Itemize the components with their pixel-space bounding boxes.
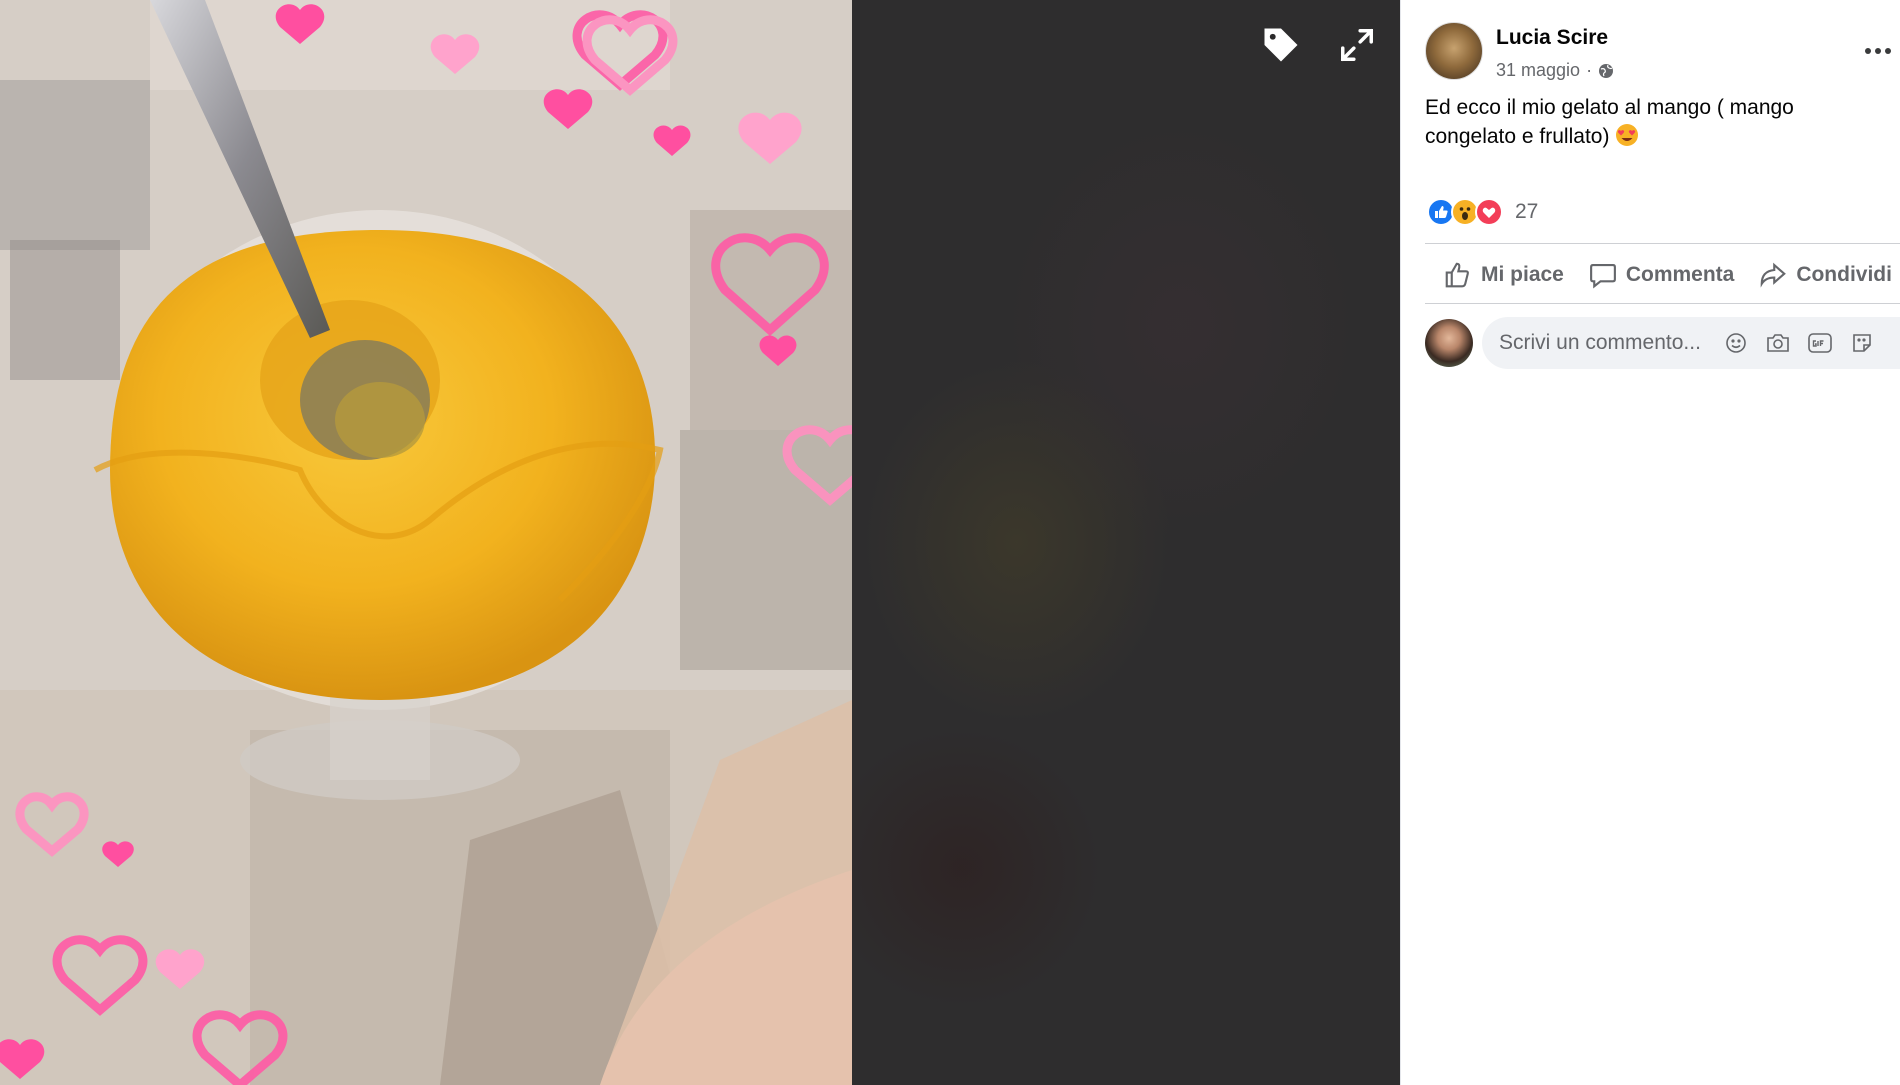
comment-button[interactable]: Commenta — [1588, 260, 1735, 290]
dot-icon — [1875, 48, 1881, 54]
like-button[interactable]: Mi piace — [1443, 260, 1564, 290]
expand-icon — [1341, 29, 1373, 61]
post-actions: Mi piace Commenta Condividi — [1425, 245, 1900, 305]
photo-viewer — [0, 0, 1400, 1085]
love-icon — [1475, 198, 1503, 226]
viewer-toolbar — [1258, 22, 1380, 68]
emoji-button[interactable] — [1722, 329, 1750, 357]
author-name[interactable]: Lucia Scire — [1496, 26, 1608, 50]
share-label: Condividi — [1796, 263, 1892, 286]
thumbs-up-icon — [1445, 262, 1469, 288]
comment-icon — [1589, 263, 1616, 289]
comment-composer — [1425, 317, 1900, 369]
reaction-summary[interactable]: 27 — [1427, 198, 1538, 226]
gif-icon — [1808, 333, 1832, 353]
globe-icon[interactable] — [1598, 63, 1614, 79]
more-options-button[interactable] — [1860, 36, 1896, 66]
tag-photo-button[interactable] — [1258, 22, 1304, 68]
blurred-photo-background — [852, 0, 1400, 1085]
comment-box — [1482, 317, 1900, 369]
post-meta: 31 maggio · — [1496, 60, 1614, 81]
post-photo[interactable] — [0, 0, 852, 1085]
post-date[interactable]: 31 maggio — [1496, 60, 1580, 81]
tag-icon — [1264, 28, 1298, 62]
current-user-avatar[interactable] — [1425, 319, 1473, 367]
camera-icon — [1767, 334, 1789, 352]
meta-separator: · — [1586, 60, 1593, 80]
comment-label: Commenta — [1625, 263, 1735, 286]
photo-button[interactable] — [1764, 329, 1792, 357]
gif-button[interactable] — [1806, 329, 1834, 357]
comment-input[interactable] — [1499, 317, 1719, 369]
divider-top — [1425, 243, 1900, 244]
dot-icon — [1865, 48, 1871, 54]
fullscreen-button[interactable] — [1334, 22, 1380, 68]
divider-bottom — [1425, 303, 1900, 304]
dot-icon — [1885, 48, 1891, 54]
post-text: Ed ecco il mio gelato al mango ( mango c… — [1425, 93, 1875, 151]
post-text-line-2-content: congelato e frullato) — [1425, 125, 1610, 148]
post-text-line-1: Ed ecco il mio gelato al mango ( mango — [1425, 96, 1794, 119]
post-header: Lucia Scire 31 maggio · — [1425, 22, 1900, 84]
mango-gelato-photo — [0, 0, 852, 1085]
sticker-icon — [1853, 334, 1871, 352]
like-label: Mi piace — [1481, 263, 1564, 286]
author-avatar[interactable] — [1425, 22, 1483, 80]
post-sidebar: Lucia Scire 31 maggio · Ed ecco il mio g… — [1400, 0, 1900, 1085]
share-button[interactable]: Condividi — [1758, 260, 1892, 290]
heart-eyes-emoji-icon — [1616, 124, 1639, 146]
share-icon — [1760, 262, 1787, 288]
sticker-button[interactable] — [1848, 329, 1876, 357]
reaction-count: 27 — [1515, 200, 1539, 223]
post-text-line-2: congelato e frullato) — [1425, 122, 1875, 151]
smiley-icon — [1726, 333, 1746, 353]
comment-tools — [1722, 329, 1876, 357]
